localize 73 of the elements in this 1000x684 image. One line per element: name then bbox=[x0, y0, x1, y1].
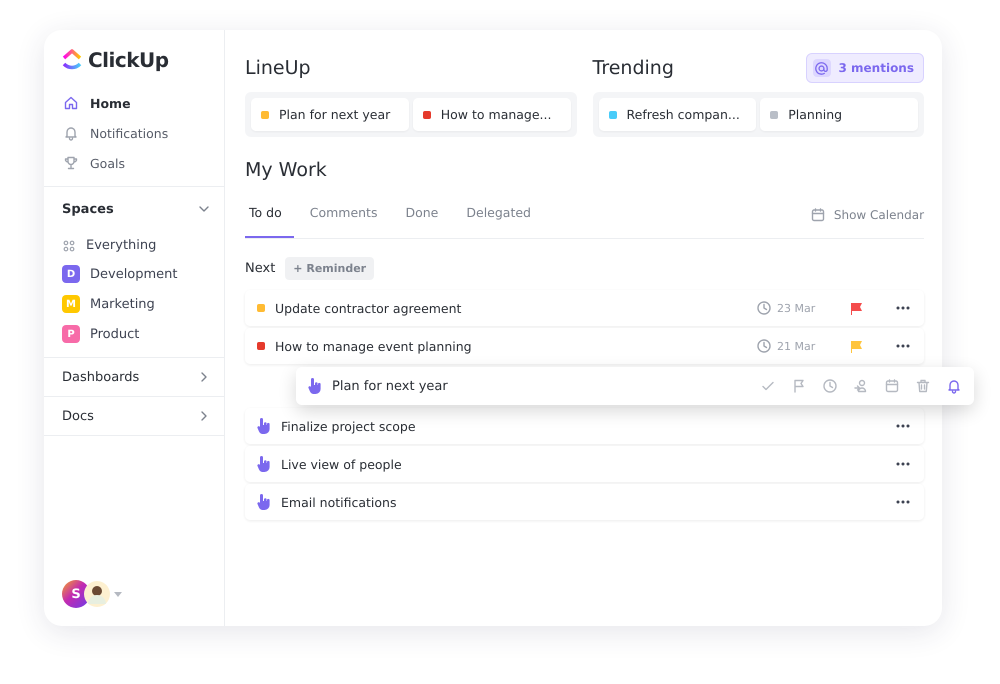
section-heading: Trending bbox=[592, 57, 674, 79]
task-chip-label: How to manage... bbox=[440, 107, 552, 122]
more-icon[interactable] bbox=[896, 344, 910, 348]
group-label: Next bbox=[245, 261, 276, 276]
nav-item[interactable]: Goals bbox=[44, 148, 224, 178]
clock-icon bbox=[756, 338, 772, 354]
due-date: 21 Mar bbox=[777, 340, 816, 352]
space-item[interactable]: P Product bbox=[44, 319, 224, 349]
tab[interactable]: Done bbox=[401, 191, 450, 238]
nav-item[interactable]: Notifications bbox=[44, 118, 224, 148]
bell-icon bbox=[63, 125, 79, 141]
task-row[interactable]: Finalize project scope bbox=[245, 408, 924, 444]
calendar-icon bbox=[884, 378, 900, 394]
task-row[interactable]: Update contractor agreement 23 Mar bbox=[245, 290, 924, 326]
person-avatar[interactable] bbox=[84, 581, 110, 607]
pointer-hand-icon bbox=[257, 494, 271, 510]
more-icon[interactable] bbox=[896, 306, 910, 310]
task-row[interactable]: Email notifications bbox=[245, 484, 924, 520]
task-chip[interactable]: How to manage... bbox=[412, 98, 570, 131]
task-chip-label: Planning bbox=[788, 107, 842, 122]
trophy-icon bbox=[63, 155, 79, 171]
bell-icon bbox=[946, 378, 962, 394]
task-chip[interactable]: Planning bbox=[760, 98, 918, 131]
task-chip[interactable]: Plan for next year bbox=[251, 98, 409, 131]
at-icon bbox=[815, 62, 828, 74]
logo-icon bbox=[62, 49, 82, 71]
trash-icon bbox=[915, 378, 931, 394]
flag-icon[interactable] bbox=[850, 302, 863, 314]
section-heading: My Work bbox=[245, 159, 328, 181]
task-title: Finalize project scope bbox=[281, 418, 417, 434]
pointer-hand-icon bbox=[257, 418, 271, 434]
section-heading: LineUp bbox=[245, 57, 311, 79]
section-title: Spaces bbox=[62, 202, 114, 216]
task-chip[interactable]: Refresh compan... bbox=[598, 98, 756, 131]
section-link[interactable]: Dashboards bbox=[44, 357, 224, 396]
task-row[interactable]: How to manage event planning 21 Mar bbox=[245, 328, 924, 364]
more-icon[interactable] bbox=[896, 462, 910, 466]
clock-icon bbox=[822, 378, 838, 394]
section-label: Docs bbox=[62, 408, 94, 424]
clock-icon bbox=[756, 300, 772, 316]
task-chip-label: Refresh compan... bbox=[626, 107, 740, 122]
tab[interactable]: Comments bbox=[306, 191, 390, 238]
brand-name: ClickUp bbox=[88, 48, 169, 72]
calendar-icon bbox=[810, 206, 826, 222]
grid-icon bbox=[62, 238, 76, 252]
task-title: Email notifications bbox=[281, 494, 398, 510]
space-badge: P bbox=[62, 325, 80, 343]
pointer-hand-icon bbox=[308, 378, 322, 394]
more-icon[interactable] bbox=[896, 500, 910, 504]
task-title: Update contractor agreement bbox=[275, 300, 462, 316]
home-icon bbox=[63, 95, 79, 111]
nav-item[interactable]: Home bbox=[44, 88, 224, 118]
pointer-hand-icon bbox=[257, 456, 271, 472]
tab[interactable]: Delegated bbox=[462, 191, 543, 238]
task-title: How to manage event planning bbox=[275, 338, 473, 354]
task-title: Plan for next year bbox=[332, 378, 448, 394]
section-link[interactable]: Docs bbox=[44, 396, 224, 435]
task-row[interactable]: Live view of people bbox=[245, 446, 924, 482]
more-icon[interactable] bbox=[896, 424, 910, 428]
mentions-button[interactable]: 3 mentions bbox=[806, 53, 924, 83]
assign-person-icon bbox=[853, 378, 869, 394]
tab[interactable]: To do bbox=[245, 191, 294, 238]
space-badge: D bbox=[62, 265, 80, 283]
section-label: Dashboards bbox=[62, 370, 140, 384]
space-item[interactable]: D Development bbox=[44, 259, 224, 289]
task-title: Live view of people bbox=[281, 456, 403, 472]
due-date: 23 Mar bbox=[777, 302, 816, 314]
space-item[interactable]: M Marketing bbox=[44, 289, 224, 319]
space-badge: M bbox=[62, 295, 80, 313]
show-calendar-link[interactable]: Show Calendar bbox=[834, 208, 924, 222]
dragged-task-card[interactable]: Plan for next year bbox=[296, 367, 974, 405]
task-chip-label: Plan for next year bbox=[279, 107, 390, 122]
space-item[interactable]: Everything bbox=[44, 232, 224, 259]
